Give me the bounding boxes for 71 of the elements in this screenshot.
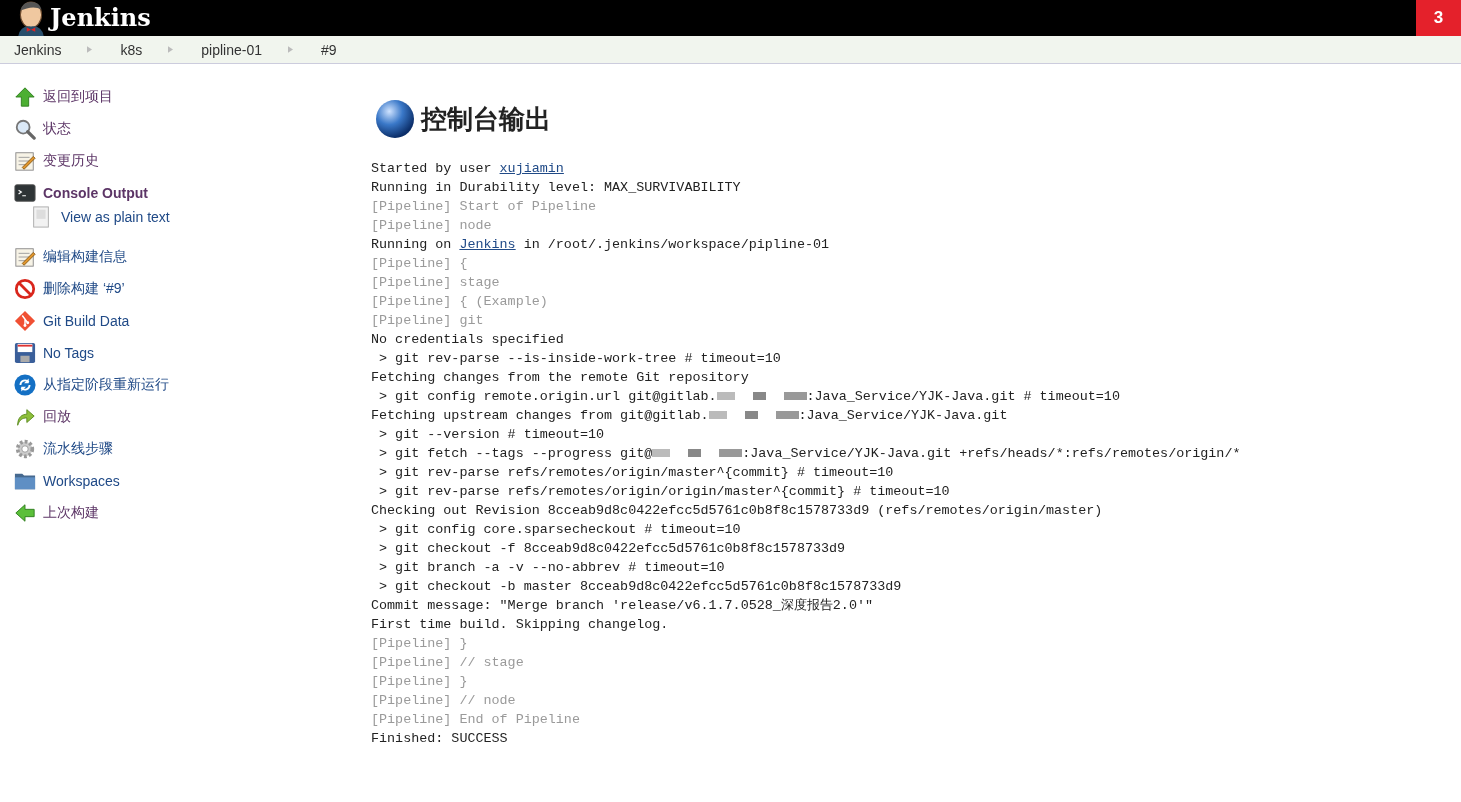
butler-logo-icon[interactable] [16,0,46,36]
console-line: Fetching changes from the remote Git repository [371,369,750,387]
up-arrow-icon [14,86,36,108]
console-line: [Pipeline] Start of Pipeline [371,198,597,216]
console-line: [Pipeline] git [371,312,485,330]
sidebar-link[interactable]: 状态 [43,120,71,138]
search-icon [14,118,36,140]
console-line: > git fetch --tags --progress git@ :Java_Service/YJK-Java.git +refs/heads/*:refs/remotes/origin/* [378,445,1242,463]
sidebar-link[interactable]: 回放 [43,408,71,426]
left-arrow-icon [14,502,36,524]
notification-badge[interactable]: 3 [1416,0,1461,36]
console-link[interactable]: xujiamin [499,161,564,176]
console-line: > git checkout -f 8cceab9d8c0422efcc5d5761c0b8f8c1578733d9 [378,540,847,558]
console-line: [Pipeline] } [371,673,469,691]
forbidden-icon [14,278,36,300]
console-line: > git config core.sparsecheckout # timeout=10 [378,521,742,539]
console-line: Finished: SUCCESS [371,730,509,748]
document-icon [30,206,52,228]
breadcrumb-separator-icon [168,46,174,53]
console-line: > git rev-parse --is-inside-work-tree # timeout=10 [378,350,782,368]
console-line: Running on Jenkins in /root/.jenkins/workspace/pipline-01 [371,236,831,254]
console-line: [Pipeline] } [371,635,469,653]
console-line: [Pipeline] End of Pipeline [371,711,581,729]
breadcrumb-separator-icon [87,46,93,53]
sidebar-link[interactable]: 流水线步骤 [43,440,113,458]
console-line: [Pipeline] stage [371,274,501,292]
breadcrumb-link[interactable]: #9 [321,41,337,58]
console-line: > git checkout -b master 8cceab9d8c0422efcc5d5761c0b8f8c1578733d9 [378,578,903,596]
notepad-pencil-icon [14,246,36,268]
terminal-icon [14,182,36,204]
breadcrumb-link[interactable]: Jenkins [14,41,62,58]
console-line: Fetching upstream changes from git@gitlab. :Java_Service/YJK-Java.git [371,407,1009,425]
sidebar-link[interactable]: 删除构建 ‘#9’ [43,280,125,298]
console-line: Running in Durability level: MAX_SURVIVABILITY [371,179,742,197]
sidebar-link[interactable]: 上次构建 [43,504,99,522]
console-line: > git rev-parse refs/remotes/origin/origin/master^{commit} # timeout=10 [378,483,951,501]
console-line: > git --version # timeout=10 [378,426,606,444]
console-line: > git branch -a -v --no-abbrev # timeout=10 [378,559,726,577]
console-line: [Pipeline] { (Example) [371,293,549,311]
console-line: Started by user xujiamin [371,160,565,178]
sidebar-link[interactable]: 变更历史 [43,152,99,170]
console-link[interactable]: Jenkins [459,237,516,252]
sidebar-link[interactable]: View as plain text [61,209,170,225]
notepad-pencil-icon [14,150,36,172]
console-line: [Pipeline] { [371,255,469,273]
sidebar-link[interactable]: No Tags [43,345,95,361]
sidebar-link[interactable]: 从指定阶段重新运行 [43,376,169,394]
globe-icon [375,99,415,139]
console-line: [Pipeline] // stage [371,654,525,672]
breadcrumb-link[interactable]: pipline-01 [201,41,262,58]
breadcrumb-separator-icon [288,46,293,53]
sidebar-link[interactable]: Git Build Data [43,313,130,329]
refresh-icon [14,374,36,396]
console-line: > git config remote.origin.url git@gitlab. :Java_Service/YJK-Java.git # timeout=10 [378,388,1121,406]
sidebar-link[interactable]: Console Output [43,185,148,201]
page-title: 控制台输出 [421,102,551,136]
gear-icon [14,438,36,460]
sidebar-link[interactable]: 返回到项目 [43,88,113,106]
console-line: [Pipeline] // node [371,692,517,710]
console-line: > git rev-parse refs/remotes/origin/master^{commit} # timeout=10 [378,464,895,482]
console-line: [Pipeline] node [371,217,493,235]
console-line: Commit message: "Merge branch 'release/v6.1.7.0528_深度报告2.0'" [371,597,874,615]
redo-arrow-icon [14,406,36,428]
sidebar-link[interactable]: Workspaces [43,473,120,489]
sidebar-link[interactable]: 编辑构建信息 [43,248,127,266]
console-line: Checking out Revision 8cceab9d8c0422efcc5d5761c0b8f8c1578733d9 (refs/remotes/origin/master) [371,502,1104,520]
console-line: First time build. Skipping changelog. [371,616,670,634]
console-line: No credentials specified [371,331,565,349]
git-icon [14,310,36,332]
jenkins-logo-text[interactable]: Jenkins [50,3,151,33]
breadcrumb-link[interactable]: k8s [120,41,143,58]
